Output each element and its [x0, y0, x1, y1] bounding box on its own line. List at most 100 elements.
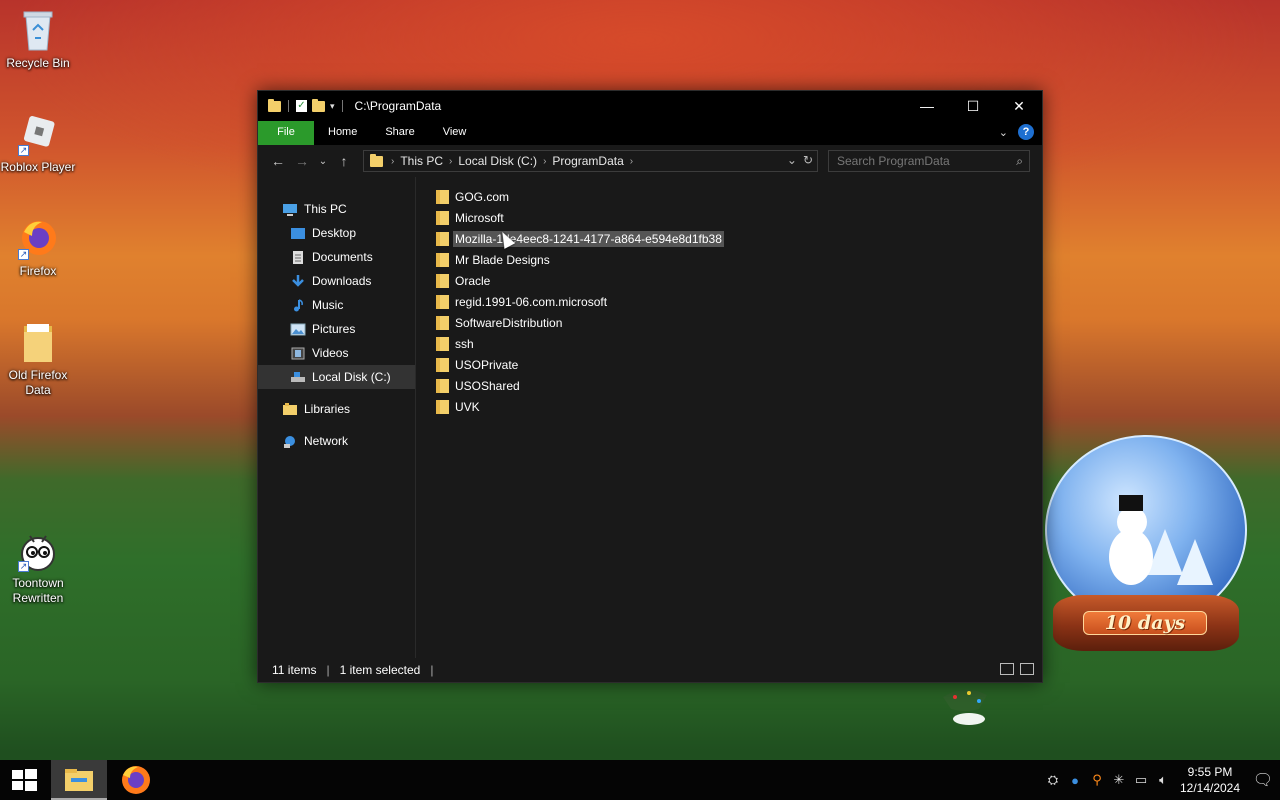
desktop-icon: [291, 227, 305, 239]
tray-app-icon[interactable]: ⛭: [1042, 772, 1064, 788]
documents-icon: [293, 250, 303, 264]
sidebar-item-videos[interactable]: Videos: [258, 341, 415, 365]
expand-ribbon-chevron-icon[interactable]: ⌄: [999, 126, 1008, 139]
title-bar[interactable]: ✓ ▾ C:\ProgramData — ☐ ✕: [258, 91, 1042, 121]
file-name: regid.1991-06.com.microsoft: [455, 294, 608, 309]
libraries-icon: [283, 402, 297, 415]
search-icon[interactable]: ⌕: [1016, 154, 1023, 169]
close-button[interactable]: ✕: [996, 91, 1042, 121]
breadcrumb-separator[interactable]: ›: [628, 156, 635, 167]
ribbon-right-controls: ⌄ ?: [999, 124, 1034, 140]
sidebar-item-documents[interactable]: Documents: [258, 245, 415, 269]
network-tray-icon[interactable]: ▭: [1130, 772, 1152, 788]
taskbar-firefox[interactable]: [108, 760, 164, 800]
large-icons-view-icon[interactable]: [1020, 663, 1034, 675]
desktop-icon-roblox[interactable]: ↗ Roblox Player: [0, 112, 76, 175]
list-item[interactable]: Microsoft: [424, 207, 1042, 228]
forward-button[interactable]: →: [290, 153, 314, 169]
selection-count: 1 item selected: [339, 663, 421, 677]
file-list[interactable]: GOG.com Microsoft Mozilla-1de4eec8-1241-…: [416, 177, 1042, 658]
breadcrumb-this-pc[interactable]: This PC: [396, 154, 447, 168]
address-bar[interactable]: › This PC › Local Disk (C:) › ProgramDat…: [363, 150, 818, 172]
list-item[interactable]: regid.1991-06.com.microsoft: [424, 291, 1042, 312]
droplet-icon[interactable]: ●: [1064, 773, 1086, 788]
desktop-icon-firefox[interactable]: ↗ Firefox: [0, 216, 76, 279]
folder-icon: [436, 252, 449, 267]
customize-toolbar-chevron-icon[interactable]: ▾: [330, 101, 335, 112]
sidebar-item-libraries[interactable]: Libraries: [258, 397, 415, 421]
navigation-pane[interactable]: This PC Desktop Documents Downloads Musi…: [258, 177, 416, 658]
firefox-icon: [122, 766, 150, 794]
list-item[interactable]: GOG.com: [424, 186, 1042, 207]
folder-icon: [436, 231, 449, 246]
system-tray: ⛭ ● ⚲ ✳ ▭ 🔈︎ 9:55 PM 12/14/2024 🗨︎: [1042, 760, 1280, 800]
separator: [288, 100, 289, 112]
navigation-bar: ← → ⌄ ↑ › This PC › Local Disk (C:) › Pr…: [258, 145, 1042, 177]
sidebar-item-desktop[interactable]: Desktop: [258, 221, 415, 245]
tab-view[interactable]: View: [429, 121, 481, 145]
start-button[interactable]: [0, 760, 48, 800]
folder-icon: [18, 320, 58, 364]
christmas-tree-decoration: [935, 683, 995, 727]
desktop-icon-recycle-bin[interactable]: Recycle Bin: [0, 8, 76, 71]
list-item[interactable]: USOPrivate: [424, 354, 1042, 375]
sidebar-item-label: Music: [312, 298, 344, 312]
new-folder-icon[interactable]: [312, 98, 325, 112]
maximize-button[interactable]: ☐: [950, 91, 996, 121]
desktop-icon-toontown[interactable]: ↗ Toontown Rewritten: [0, 528, 76, 606]
sidebar-item-label: Libraries: [304, 402, 351, 416]
clock-time: 9:55 PM: [1187, 765, 1233, 779]
back-button[interactable]: ←: [266, 153, 290, 169]
desktop-icon-old-firefox-data[interactable]: Old Firefox Data: [0, 320, 76, 398]
search-tray-icon[interactable]: ⚲: [1086, 772, 1108, 788]
breadcrumb-programdata[interactable]: ProgramData: [548, 154, 627, 168]
list-item[interactable]: USOShared: [424, 375, 1042, 396]
notifications-icon[interactable]: 🗨︎: [1246, 770, 1280, 790]
list-item[interactable]: UVK: [424, 396, 1042, 417]
tab-file[interactable]: File: [258, 121, 314, 145]
sidebar-item-this-pc[interactable]: This PC: [258, 197, 415, 221]
list-item[interactable]: Oracle: [424, 270, 1042, 291]
list-item-selected[interactable]: Mozilla-1de4eec8-1241-4177-a864-e594e8d1…: [424, 228, 1042, 249]
list-item[interactable]: ssh: [424, 333, 1042, 354]
status-bar: 11 items | 1 item selected |: [258, 658, 1042, 682]
file-explorer-window[interactable]: ✓ ▾ C:\ProgramData — ☐ ✕ File Home Share…: [257, 90, 1043, 683]
list-item[interactable]: SoftwareDistribution: [424, 312, 1042, 333]
folder-icon: [436, 189, 449, 204]
folder-icon: [436, 273, 449, 288]
up-button[interactable]: ↑: [332, 153, 356, 169]
snowflake-icon[interactable]: ✳: [1108, 772, 1130, 788]
address-history-chevron-icon[interactable]: ⌄: [787, 153, 797, 167]
sidebar-item-network[interactable]: Network: [258, 429, 415, 453]
search-box[interactable]: Search ProgramData ⌕: [828, 150, 1030, 172]
sidebar-item-label: This PC: [304, 202, 347, 216]
ribbon-tabs: File Home Share View ⌄ ?: [258, 121, 1042, 145]
taskbar-file-explorer[interactable]: [51, 760, 107, 800]
minimize-button[interactable]: —: [904, 91, 950, 121]
file-name: Microsoft: [455, 210, 504, 225]
details-view-icon[interactable]: [1000, 663, 1014, 675]
explorer-body: This PC Desktop Documents Downloads Musi…: [258, 177, 1042, 658]
list-item[interactable]: Mr Blade Designs: [424, 249, 1042, 270]
desktop-icon-label: Old Firefox Data: [8, 368, 68, 397]
sidebar-item-music[interactable]: Music: [258, 293, 415, 317]
snow-globe-widget[interactable]: 10 days: [1045, 435, 1247, 655]
properties-icon[interactable]: ✓: [296, 100, 307, 112]
tab-share[interactable]: Share: [371, 121, 428, 145]
sidebar-item-local-disk[interactable]: Local Disk (C:): [258, 365, 415, 389]
sidebar-item-downloads[interactable]: Downloads: [258, 269, 415, 293]
breadcrumb-separator[interactable]: ›: [447, 156, 454, 167]
folder-icon: [436, 294, 449, 309]
tab-home[interactable]: Home: [314, 121, 371, 145]
help-icon[interactable]: ?: [1018, 124, 1034, 140]
recent-locations-chevron-icon[interactable]: ⌄: [314, 156, 332, 167]
clock[interactable]: 9:55 PM 12/14/2024: [1174, 764, 1246, 796]
breadcrumb-local-disk[interactable]: Local Disk (C:): [454, 154, 541, 168]
snowy-tree-icon: [1177, 539, 1213, 585]
countdown-label: 10 days: [1083, 611, 1207, 635]
refresh-icon[interactable]: ↻: [803, 153, 813, 167]
breadcrumb-separator[interactable]: ›: [541, 156, 548, 167]
breadcrumb-separator[interactable]: ›: [389, 156, 396, 167]
sidebar-item-pictures[interactable]: Pictures: [258, 317, 415, 341]
volume-icon[interactable]: 🔈︎: [1152, 772, 1174, 788]
